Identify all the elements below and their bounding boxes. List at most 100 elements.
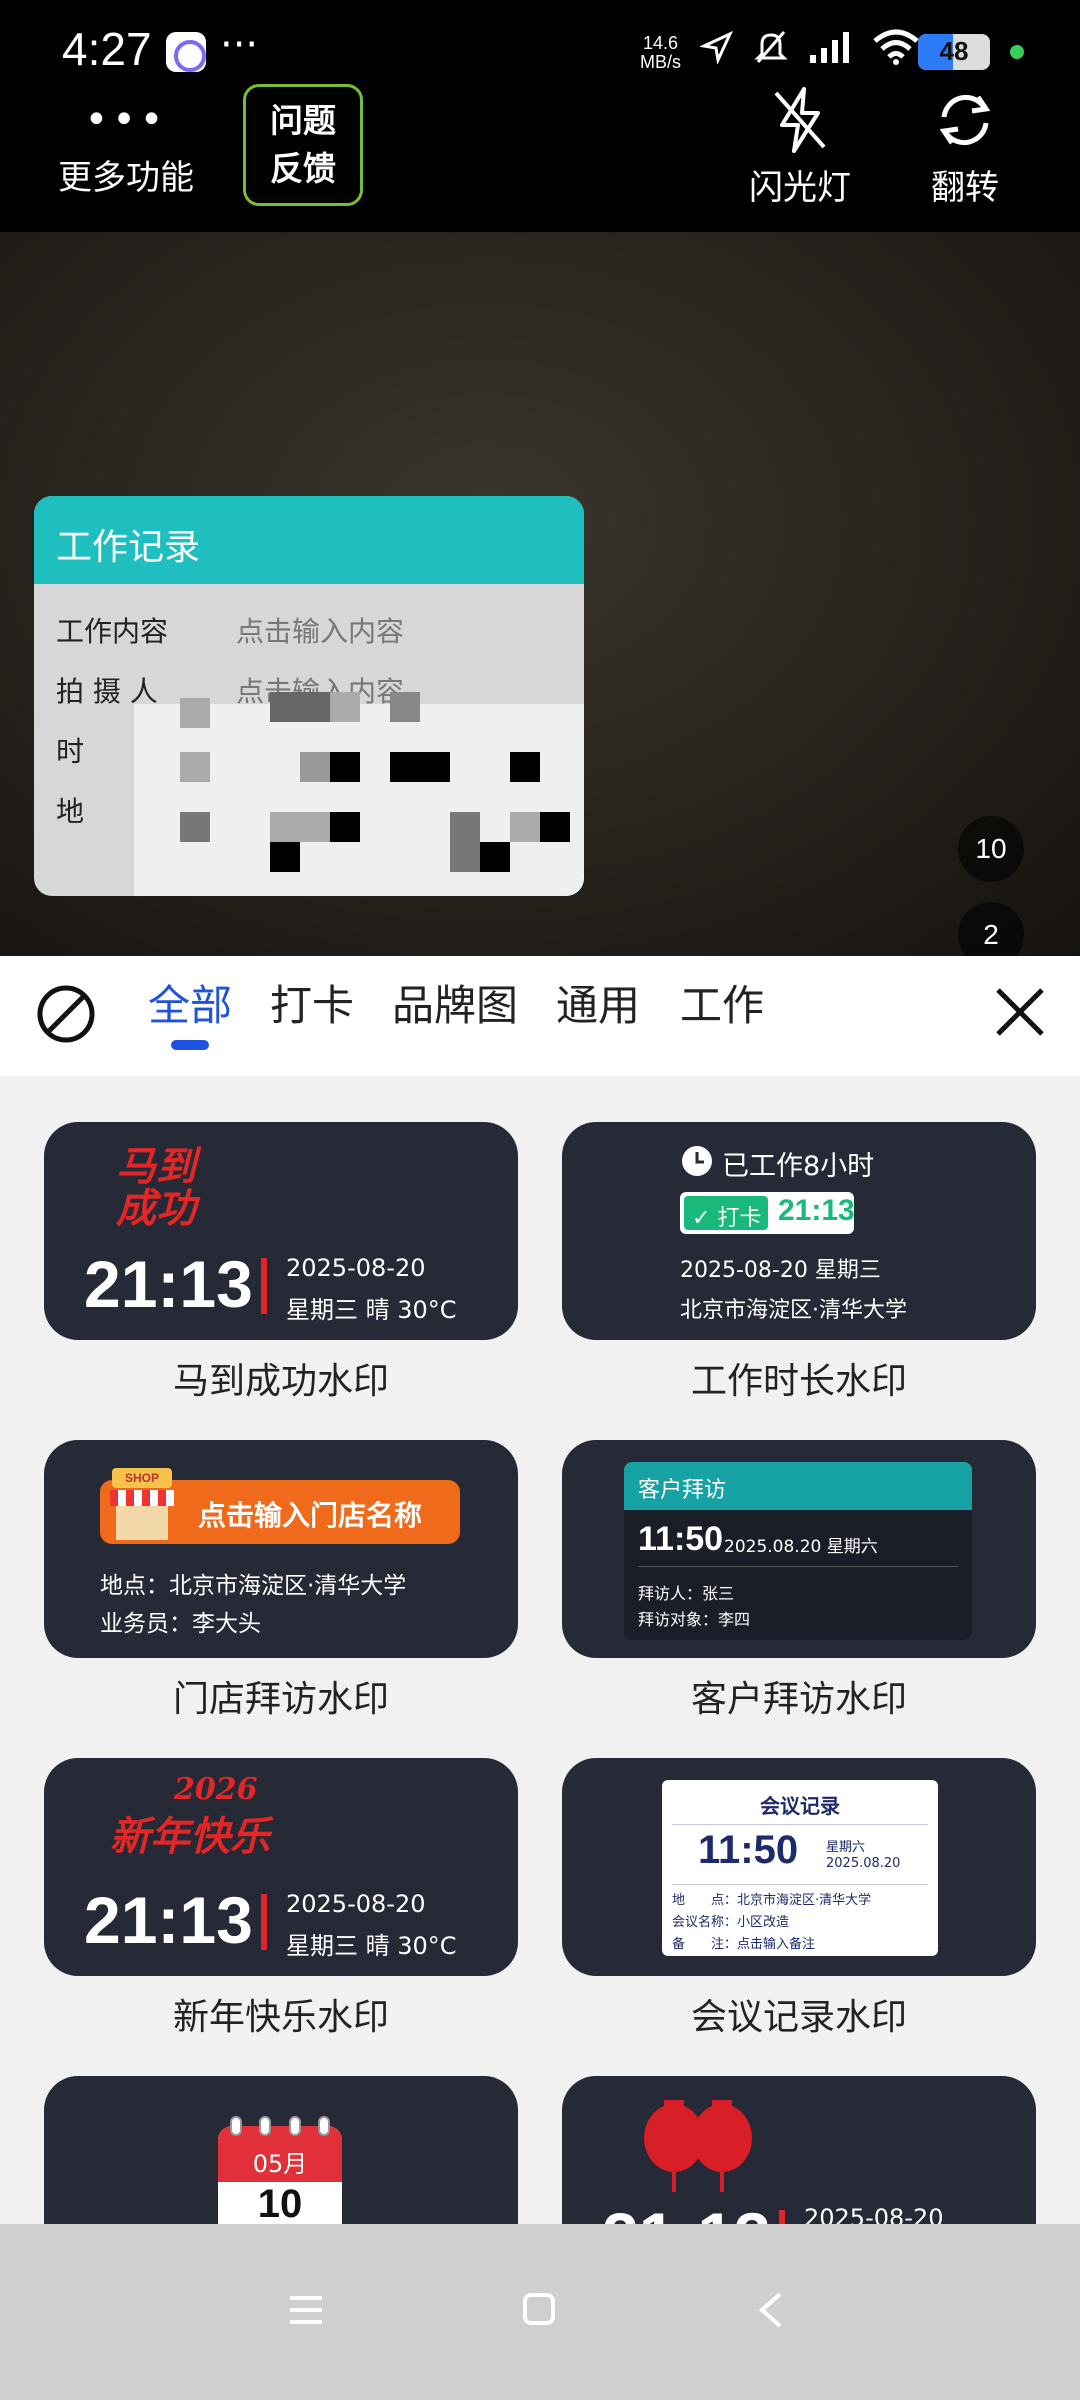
home-icon[interactable] xyxy=(520,2290,558,2328)
status-time: 4:27 xyxy=(62,23,152,75)
watermark-row-content[interactable]: 工作内容 点击输入内容 xyxy=(34,596,584,656)
network-speed-value: 14.6 xyxy=(642,33,679,53)
watermark-title: 工作记录 xyxy=(34,496,584,584)
checkin-badge-label: ✓ 打卡 xyxy=(684,1196,768,1231)
meeting-name-row: 会议名称：小区改造 xyxy=(672,1912,871,1934)
watermark-template-grid: 马到成功 21:13 2025-08-20 星期三 晴 30°C 马到成功水印 … xyxy=(0,1076,1080,2224)
watermark-category-tabs: 全部 打卡 品牌图 通用 工作 xyxy=(0,956,1080,1076)
network-speed: 14.6 MB/s xyxy=(640,34,681,72)
battery-level: 48 xyxy=(939,36,969,66)
red-divider xyxy=(261,1258,267,1314)
red-divider xyxy=(779,2210,785,2224)
template-card-work-duration[interactable]: 已工作8小时 ✓ 打卡 21:13 2025-08-20 星期三 北京市海淀区·… xyxy=(562,1122,1036,1340)
row-key: 工作内容 xyxy=(56,615,169,648)
note-value: 点击输入备注 xyxy=(737,1937,816,1952)
flash-button[interactable]: 闪光灯 xyxy=(740,80,860,209)
template-card-meeting[interactable]: 会议记录 11:50 星期六 2025.08.20 地 点：北京市海淀区·清华大… xyxy=(562,1758,1036,1976)
tab-brand[interactable]: 品牌图 xyxy=(392,972,518,1033)
shop-tag: SHOP xyxy=(112,1468,172,1488)
client-visit-panel: 客户拜访 11:50 2025.08.20 星期六 拜访人：张三 拜访对象：李四 xyxy=(624,1462,972,1640)
name-value: 小区改造 xyxy=(737,1915,790,1930)
work-record-watermark[interactable]: 工作记录 工作内容 点击输入内容 拍 摄 人 点击输入内容 时 地 xyxy=(34,496,584,896)
meeting-details: 地 点：北京市海淀区·清华大学 会议名称：小区改造 备 注：点击输入备注 xyxy=(672,1890,871,1956)
battery-icon: 48 xyxy=(918,34,990,70)
template-card-store-visit[interactable]: SHOP 点击输入门店名称 地点：北京市海淀区·清华大学 业务员：李大头 xyxy=(44,1440,518,1658)
no-watermark-icon[interactable] xyxy=(36,984,96,1044)
template-time: 11:50 xyxy=(698,1828,799,1872)
signal-icon xyxy=(810,32,849,63)
template-staff: 业务员：李大头 xyxy=(100,1611,261,1637)
flip-camera-button[interactable]: 翻转 xyxy=(910,80,1020,209)
template-time: 21:13 xyxy=(84,1883,253,1957)
template-card-client-visit[interactable]: 客户拜访 11:50 2025.08.20 星期六 拜访人：张三 拜访对象：李四 xyxy=(562,1440,1036,1658)
template-card-success[interactable]: 马到成功 21:13 2025-08-20 星期三 晴 30°C xyxy=(44,1122,518,1340)
template-weather: 星期三 晴 30°C xyxy=(286,1932,457,1960)
divider xyxy=(638,1566,958,1567)
worked-hours: 已工作8小时 xyxy=(722,1151,875,1182)
meeting-place-row: 地 点：北京市海淀区·清华大学 xyxy=(672,1890,871,1912)
store-name-banner[interactable]: SHOP 点击输入门店名称 xyxy=(100,1468,460,1544)
flash-off-icon xyxy=(740,80,860,160)
more-dots-icon: ••• xyxy=(84,97,168,143)
mute-bell-icon xyxy=(754,31,788,63)
feedback-label-2: 反馈 xyxy=(270,149,336,188)
template-date: 2025-08-20 xyxy=(804,2204,944,2224)
checkin-text: 打卡 xyxy=(717,1206,762,1231)
template-card-lantern[interactable]: 21:13 2025-08-20 xyxy=(562,2076,1036,2224)
system-nav-bar xyxy=(0,2224,1080,2400)
row-key: 时 xyxy=(56,735,85,768)
more-functions-label: 更多功能 xyxy=(58,158,194,198)
more-notifications-icon: ··· xyxy=(220,22,259,68)
checkin-time: 21:13 xyxy=(778,1194,855,1227)
calendar-day: 10 xyxy=(257,2182,303,2224)
template-date: 2025-08-20 xyxy=(286,1254,426,1282)
app-notification-icon xyxy=(166,32,206,72)
template-time: 21:13 xyxy=(602,2198,771,2224)
template-label: 工作时长水印 xyxy=(690,1361,907,1402)
template-date: 2025-08-20 xyxy=(286,1890,426,1918)
template-address: 地点：北京市海淀区·清华大学 xyxy=(100,1573,407,1599)
meeting-note-row: 备 注：点击输入备注 xyxy=(672,1934,871,1956)
more-functions-button[interactable]: ••• 更多功能 xyxy=(56,100,196,199)
template-date: 2025-08-20 星期三 xyxy=(680,1258,881,1283)
back-icon[interactable] xyxy=(754,2290,790,2330)
red-divider xyxy=(261,1894,267,1950)
zoom-level-b[interactable]: 2 xyxy=(958,902,1024,956)
visitor: 拜访人：张三 xyxy=(638,1584,735,1603)
tab-checkin[interactable]: 打卡 xyxy=(270,972,354,1033)
calendar-icon: 05月 10 xyxy=(218,2126,342,2224)
new-year-calligraphy: 新年快乐 xyxy=(110,1813,270,1860)
template-card-calendar[interactable]: 05月 10 xyxy=(44,2076,518,2224)
menu-icon[interactable] xyxy=(286,2292,326,2328)
template-card-new-year[interactable]: 2026 新年快乐 21:13 2025-08-20 星期三 晴 30°C xyxy=(44,1758,518,1976)
close-icon[interactable] xyxy=(994,986,1046,1038)
feedback-label-1: 问题 xyxy=(270,101,336,140)
camera-toolbar: ••• 更多功能 问题 反馈 闪光灯 翻转 xyxy=(0,84,1080,232)
template-weekday: 星期六 xyxy=(826,1840,866,1855)
meeting-panel: 会议记录 11:50 星期六 2025.08.20 地 点：北京市海淀区·清华大… xyxy=(662,1780,938,1956)
tab-all[interactable]: 全部 xyxy=(148,972,232,1033)
store-name: 点击输入门店名称 xyxy=(198,1499,423,1532)
privacy-indicator xyxy=(1010,45,1024,59)
calendar-rings xyxy=(230,2116,330,2136)
flip-label: 翻转 xyxy=(931,168,999,208)
tab-general[interactable]: 通用 xyxy=(556,972,640,1033)
feedback-button[interactable]: 问题 反馈 xyxy=(243,84,363,206)
shop-awning xyxy=(110,1490,174,1506)
camera-preview[interactable]: 工作记录 工作内容 点击输入内容 拍 摄 人 点击输入内容 时 地 xyxy=(0,232,1080,956)
status-icons xyxy=(700,28,920,66)
template-label: 马到成功水印 xyxy=(172,1361,389,1402)
zoom-level-a[interactable]: 10 xyxy=(958,816,1024,882)
template-label: 新年快乐水印 xyxy=(172,1997,389,2038)
flash-label: 闪光灯 xyxy=(749,168,851,208)
template-time: 21:13 xyxy=(84,1247,253,1321)
row-key: 地 xyxy=(56,795,85,828)
divider xyxy=(672,1824,928,1825)
template-address: 北京市海淀区·清华大学 xyxy=(680,1298,907,1323)
wifi-icon xyxy=(873,29,919,65)
active-tab-indicator xyxy=(171,1040,209,1050)
tab-work[interactable]: 工作 xyxy=(680,972,764,1033)
lantern-icon xyxy=(644,2100,752,2192)
row-value: 点击输入内容 xyxy=(236,615,405,648)
shop-front xyxy=(116,1506,168,1540)
